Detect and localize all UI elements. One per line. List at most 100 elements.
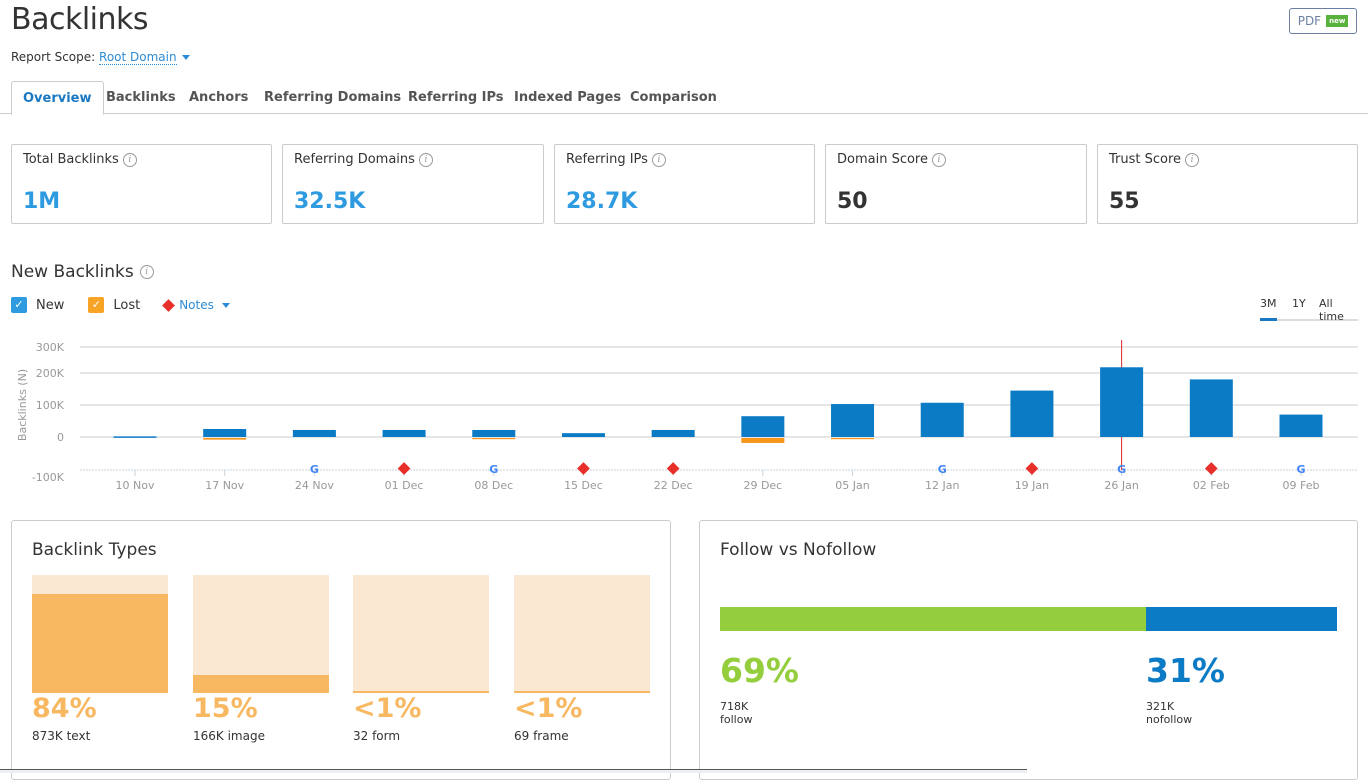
info-icon[interactable]: i — [418, 152, 433, 167]
bar-new — [1279, 414, 1323, 437]
tab-referring-domains[interactable]: Referring Domains — [264, 81, 401, 114]
x-tick-label: 22 Dec — [654, 479, 693, 492]
info-icon[interactable]: i — [1185, 152, 1200, 167]
metric-card-trust-score: Trust Score i 55 — [1097, 144, 1358, 224]
chart-legend: ✓ New ✓ Lost Notes — [11, 297, 254, 313]
x-tick-label: 01 Dec — [385, 479, 424, 492]
page-title: Backlinks — [11, 2, 149, 37]
info-icon[interactable]: i — [651, 152, 666, 167]
report-scope: Report Scope: Root Domain — [11, 50, 190, 65]
x-tick-label: 26 Jan — [1104, 479, 1138, 492]
y-tick-label: -100K — [32, 471, 65, 484]
metric-value[interactable]: 28.7K — [566, 189, 637, 214]
bar-new — [831, 404, 875, 437]
tab-bar: Overview Backlinks Anchors Referring Dom… — [0, 81, 1368, 115]
tab-referring-ips[interactable]: Referring IPs — [408, 81, 504, 114]
nofollow-label[interactable]: 321K nofollow — [1146, 700, 1192, 726]
nofollow-segment[interactable] — [1145, 607, 1337, 631]
note-marker-icon — [1204, 462, 1218, 475]
google-update-icon: G — [1117, 463, 1126, 476]
pdf-export-button[interactable]: PDF new — [1289, 8, 1357, 34]
x-tick-label: 17 Nov — [205, 479, 244, 492]
info-icon[interactable]: i — [122, 152, 137, 167]
new-backlinks-title: New Backlinks — [11, 262, 134, 282]
type-bar-form[interactable] — [353, 575, 489, 693]
type-bar-text[interactable] — [32, 575, 168, 693]
legend-new-label: New — [36, 297, 65, 313]
metric-value: 50 — [837, 189, 868, 214]
google-update-icon: G — [1296, 463, 1305, 476]
backlink-types-title: Backlink Types — [32, 540, 157, 560]
new-backlinks-chart: 300K 200K 100K 0 -100K Backlinks (N) 10 Nov 17 … — [16, 340, 1358, 492]
bar-new — [292, 429, 336, 437]
report-scope-dropdown[interactable]: Root Domain — [99, 50, 177, 65]
type-label-image[interactable]: 166K image — [193, 729, 265, 743]
tab-indexed-pages[interactable]: Indexed Pages — [514, 81, 621, 114]
metric-value[interactable]: 1M — [23, 189, 60, 214]
type-fill — [32, 593, 168, 693]
follow-nofollow-panel: Follow vs Nofollow 69% 31% 718K follow 32… — [699, 520, 1358, 780]
follow-nofollow-bar — [720, 607, 1337, 631]
x-tick-label: 05 Jan — [835, 479, 869, 492]
metric-label: Referring Domains — [294, 152, 415, 167]
legend-lost-toggle[interactable]: ✓ Lost — [88, 297, 140, 313]
metric-value[interactable]: 32.5K — [294, 189, 365, 214]
type-label-form[interactable]: 32 form — [353, 729, 400, 743]
metric-label: Domain Score — [837, 152, 928, 167]
follow-segment[interactable] — [720, 607, 1146, 631]
chevron-down-icon[interactable] — [181, 55, 190, 60]
time-range-selector: 3M 1Y All time — [1260, 297, 1358, 323]
horizontal-scrollbar[interactable] — [0, 769, 1027, 773]
metric-card-total-backlinks: Total Backlinks i 1M — [11, 144, 272, 224]
info-icon[interactable]: i — [932, 152, 946, 167]
bar-new — [1010, 390, 1054, 437]
checkbox-checked-icon[interactable]: ✓ — [88, 297, 105, 313]
note-marker-icon — [666, 462, 680, 475]
bar-new — [472, 429, 516, 437]
notes-label: Notes — [179, 298, 214, 312]
bar-new — [651, 429, 695, 437]
tab-overview[interactable]: Overview — [11, 81, 104, 115]
type-label-frame[interactable]: 69 frame — [514, 729, 569, 743]
type-bar-frame[interactable] — [514, 575, 650, 693]
backlink-types-panel: Backlink Types 84% 15% <1% <1% 873K text… — [11, 520, 671, 780]
info-icon[interactable]: i — [139, 265, 154, 279]
legend-notes-item[interactable]: Notes — [162, 298, 230, 312]
bar-lost — [203, 438, 247, 440]
range-1y-button[interactable]: 1Y — [1292, 297, 1306, 310]
bar-lost — [741, 438, 785, 443]
bar-new — [741, 416, 785, 437]
follow-pct: 69% — [720, 651, 799, 690]
nofollow-pct: 31% — [1146, 651, 1225, 690]
type-bar-image[interactable] — [193, 575, 329, 693]
report-scope-label: Report Scope: — [11, 50, 96, 64]
nofollow-count: 321K — [1146, 700, 1175, 713]
follow-count: 718K — [720, 700, 749, 713]
follow-nofollow-title: Follow vs Nofollow — [720, 540, 877, 560]
metric-label: Referring IPs — [566, 152, 648, 167]
bar-new — [203, 429, 247, 437]
type-pct-frame: <1% — [514, 693, 583, 724]
new-backlinks-heading: New Backlinks i — [11, 262, 154, 282]
tab-comparison[interactable]: Comparison — [630, 81, 717, 114]
metric-label: Trust Score — [1109, 152, 1182, 167]
follow-label[interactable]: 718K follow — [720, 700, 752, 726]
range-3m-button[interactable]: 3M — [1260, 297, 1277, 310]
y-axis-label: Backlinks (N) — [16, 369, 29, 441]
tab-backlinks[interactable]: Backlinks — [106, 81, 176, 114]
range-all-time-button[interactable]: All time — [1319, 297, 1358, 323]
google-update-icon: G — [310, 463, 319, 476]
legend-lost-label: Lost — [113, 297, 141, 313]
legend-new-toggle[interactable]: ✓ New — [11, 297, 64, 313]
notes-dropdown[interactable]: Notes — [179, 298, 230, 312]
y-tick-label: 0 — [57, 431, 64, 444]
bar-new — [113, 436, 157, 438]
x-tick-label: 15 Dec — [564, 479, 603, 492]
type-fill — [193, 675, 329, 693]
google-update-icon: G — [938, 463, 947, 476]
x-tick-label: 12 Jan — [925, 479, 959, 492]
note-marker-icon — [397, 462, 411, 475]
tab-anchors[interactable]: Anchors — [189, 81, 248, 114]
checkbox-checked-icon[interactable]: ✓ — [11, 297, 27, 313]
type-label-text[interactable]: 873K text — [32, 729, 90, 743]
